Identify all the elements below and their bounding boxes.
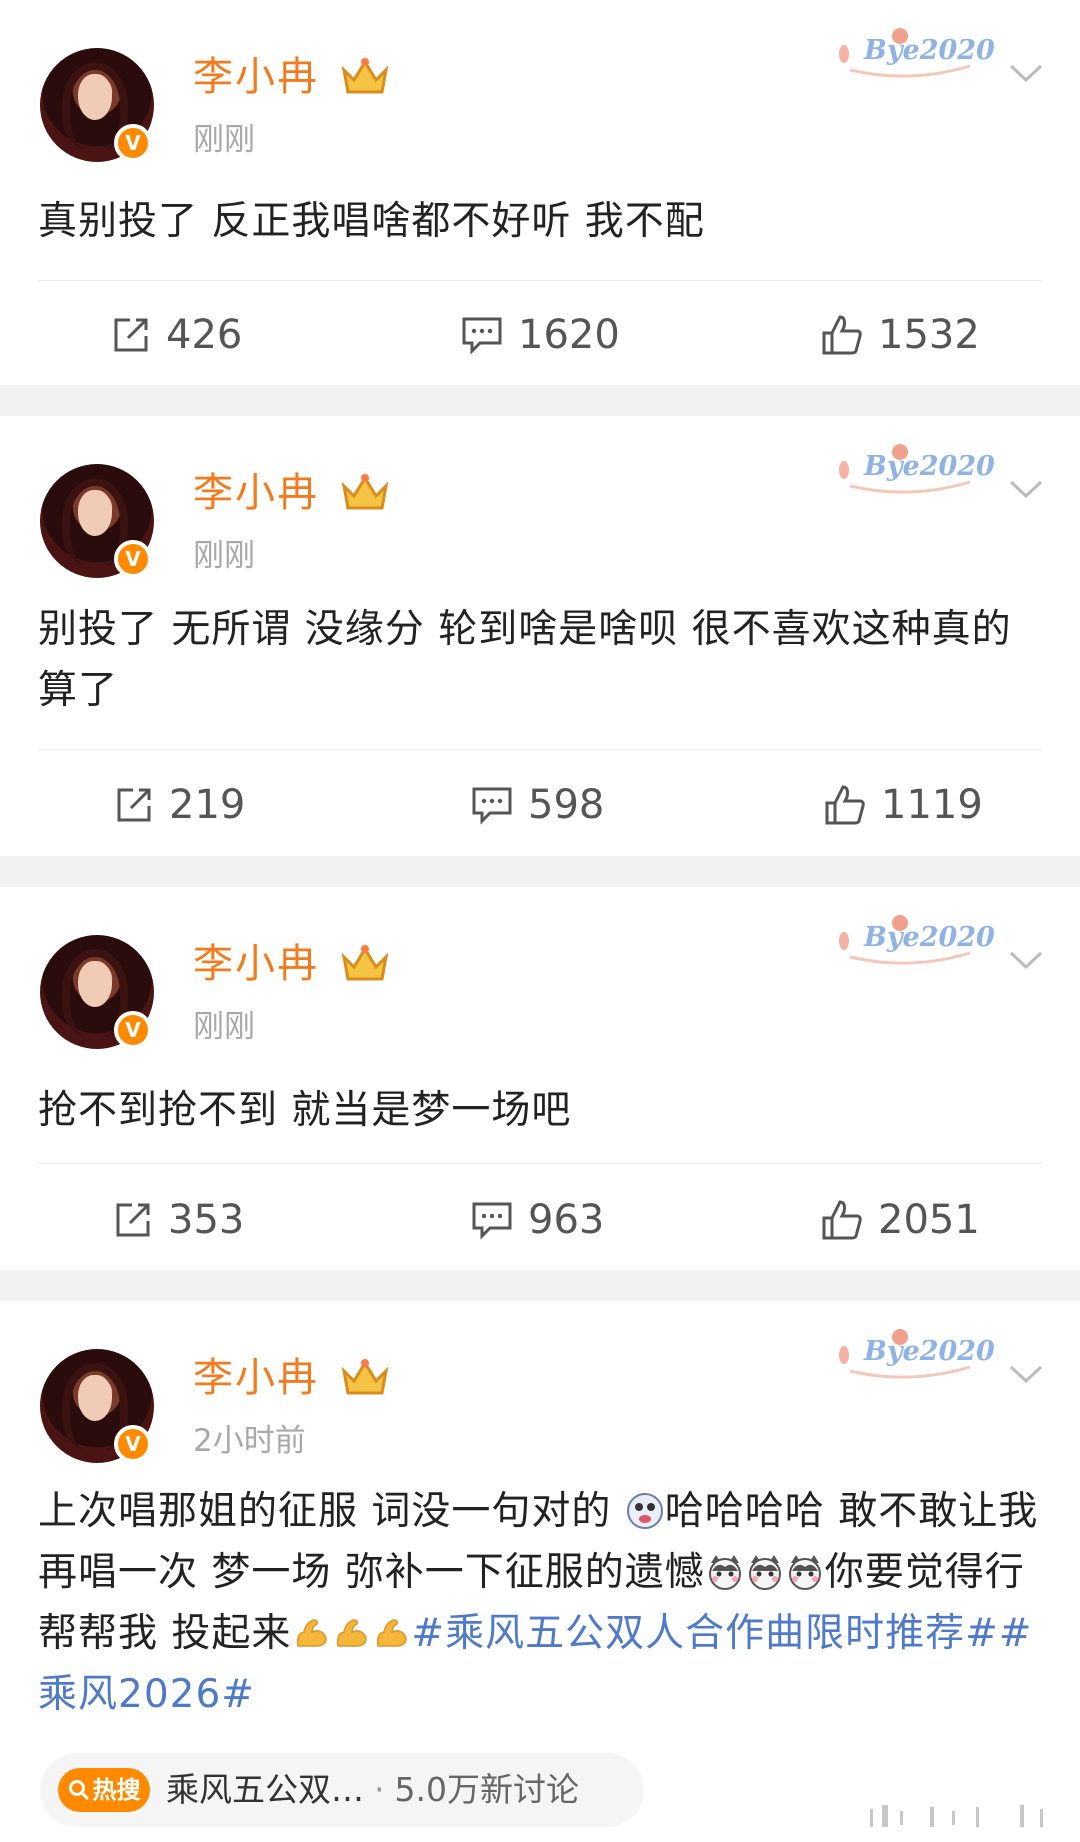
hashtag-link[interactable]: #乘风五公双人合作曲限时推荐# bbox=[411, 1611, 998, 1656]
repost-button[interactable]: 219 bbox=[113, 765, 245, 845]
post-card: V 李小冉 刚刚 Bye2020 真别投了 反正我唱啥都不好听 我不配 426 … bbox=[0, 0, 1080, 385]
comment-count: 598 bbox=[528, 782, 605, 828]
flexed-bicep-emoji-icon bbox=[377, 1619, 408, 1647]
post-text: 抢不到抢不到 就当是梦一场吧 bbox=[38, 1088, 572, 1133]
decoration-label: Bye2020 bbox=[864, 1336, 995, 1367]
member-crown-icon[interactable] bbox=[338, 941, 392, 985]
like-button[interactable]: 2051 bbox=[820, 1180, 980, 1260]
cat-emoji-icon bbox=[708, 1555, 741, 1590]
hot-search-separator: · bbox=[374, 1770, 385, 1809]
repost-count: 353 bbox=[168, 1197, 245, 1243]
verified-badge-icon: V bbox=[114, 1011, 152, 1049]
like-icon bbox=[822, 315, 862, 355]
comment-button[interactable]: 963 bbox=[470, 1180, 604, 1260]
post-text: 真别投了 反正我唱啥都不好听 我不配 bbox=[38, 199, 705, 244]
cat-emoji-icon bbox=[748, 1555, 781, 1590]
repost-button[interactable]: 426 bbox=[110, 295, 242, 375]
action-bar: 353 963 2051 bbox=[0, 1180, 1080, 1260]
card-decoration: Bye2020 bbox=[830, 913, 995, 973]
like-count: 1119 bbox=[881, 782, 983, 828]
author-name[interactable]: 李小冉 bbox=[193, 1353, 319, 1403]
repost-icon bbox=[117, 788, 151, 822]
decoration-label: Bye2020 bbox=[864, 35, 995, 66]
repost-icon bbox=[116, 1203, 150, 1237]
card-decoration: Bye2020 bbox=[830, 442, 995, 502]
chevron-down-icon[interactable] bbox=[1007, 470, 1045, 508]
chevron-down-icon[interactable] bbox=[1007, 54, 1045, 92]
like-button[interactable]: 1119 bbox=[823, 765, 983, 845]
comment-icon bbox=[462, 317, 502, 355]
comment-icon bbox=[472, 1202, 512, 1240]
card-decoration: Bye2020 bbox=[830, 26, 995, 86]
card-decoration: Bye2020 bbox=[830, 1327, 995, 1387]
like-count: 1532 bbox=[878, 312, 980, 358]
post-time: 刚刚 bbox=[193, 1009, 255, 1045]
like-icon bbox=[822, 1200, 862, 1240]
repost-button[interactable]: 353 bbox=[112, 1180, 244, 1260]
divider bbox=[38, 1163, 1042, 1164]
post-time: 2小时前 bbox=[193, 1423, 306, 1459]
decoration-label: Bye2020 bbox=[864, 451, 995, 482]
decoration-label: Bye2020 bbox=[864, 922, 995, 953]
post-card: V 李小冉 刚刚 Bye2020 别投了 无所谓 没缘分 轮到啥是啥呗 很不喜欢… bbox=[0, 416, 1080, 856]
like-button[interactable]: 1532 bbox=[820, 295, 980, 375]
post-card: V 李小冉 刚刚 Bye2020 抢不到抢不到 就当是梦一场吧 353 963 … bbox=[0, 887, 1080, 1270]
hot-search-pill[interactable]: 热搜 乘风五公双… · 5.0万新讨论 bbox=[40, 1753, 644, 1827]
comment-button[interactable]: 598 bbox=[470, 765, 604, 845]
member-crown-icon[interactable] bbox=[338, 1355, 392, 1399]
hot-search-count: 5.0万新讨论 bbox=[394, 1770, 579, 1809]
search-icon bbox=[68, 1780, 89, 1801]
action-bar: 426 1620 1532 bbox=[0, 295, 1080, 375]
watermark bbox=[770, 1805, 1060, 1827]
comment-button[interactable]: 1620 bbox=[460, 295, 620, 375]
author-name[interactable]: 李小冉 bbox=[193, 468, 319, 518]
member-crown-icon[interactable] bbox=[338, 470, 392, 514]
hot-search-badge-label: 热搜 bbox=[92, 1776, 141, 1804]
repost-icon bbox=[114, 318, 148, 352]
divider bbox=[38, 280, 1042, 281]
comment-count: 963 bbox=[528, 1197, 605, 1243]
verified-badge-icon: V bbox=[114, 124, 152, 162]
post-text: 别投了 无所谓 没缘分 轮到啥是啥呗 很不喜欢这种真的 算了 bbox=[38, 607, 1012, 713]
chevron-down-icon[interactable] bbox=[1007, 941, 1045, 979]
action-bar: 219 598 1119 bbox=[0, 765, 1080, 845]
verified-badge-icon: V bbox=[114, 540, 152, 578]
post-time: 刚刚 bbox=[193, 122, 255, 158]
repost-count: 426 bbox=[166, 312, 243, 358]
flexed-bicep-emoji-icon bbox=[297, 1619, 328, 1647]
chevron-down-icon[interactable] bbox=[1007, 1355, 1045, 1393]
hot-search-badge: 热搜 bbox=[58, 1768, 150, 1812]
cat-emoji-icon bbox=[788, 1555, 821, 1590]
like-icon bbox=[825, 785, 865, 825]
post-text: 上次唱那姐的征服 词没一句对的 哈哈哈哈 敢不敢让我再唱一次 梦一场 弥补一下征… bbox=[38, 1481, 1046, 1725]
comment-icon bbox=[472, 787, 512, 825]
funny-face-emoji-icon bbox=[626, 1493, 663, 1529]
author-name[interactable]: 李小冉 bbox=[193, 52, 319, 102]
repost-count: 219 bbox=[169, 782, 246, 828]
verified-badge-icon: V bbox=[114, 1425, 152, 1463]
comment-count: 1620 bbox=[518, 312, 620, 358]
hot-search-title: 乘风五公双… bbox=[166, 1770, 364, 1809]
post-time: 刚刚 bbox=[193, 538, 255, 574]
like-count: 2051 bbox=[878, 1197, 980, 1243]
flexed-bicep-emoji-icon bbox=[337, 1619, 368, 1647]
divider bbox=[38, 749, 1042, 750]
post-card: V 李小冉 2小时前 Bye2020 上次唱那姐的征服 词没一句对的 哈哈哈哈 … bbox=[0, 1301, 1080, 1842]
post-text-part: 上次唱那姐的征服 词没一句对的 bbox=[38, 1489, 625, 1534]
author-name[interactable]: 李小冉 bbox=[193, 939, 319, 989]
member-crown-icon[interactable] bbox=[338, 54, 392, 98]
weibo-feed: V 李小冉 刚刚 Bye2020 真别投了 反正我唱啥都不好听 我不配 426 … bbox=[0, 0, 1080, 1842]
